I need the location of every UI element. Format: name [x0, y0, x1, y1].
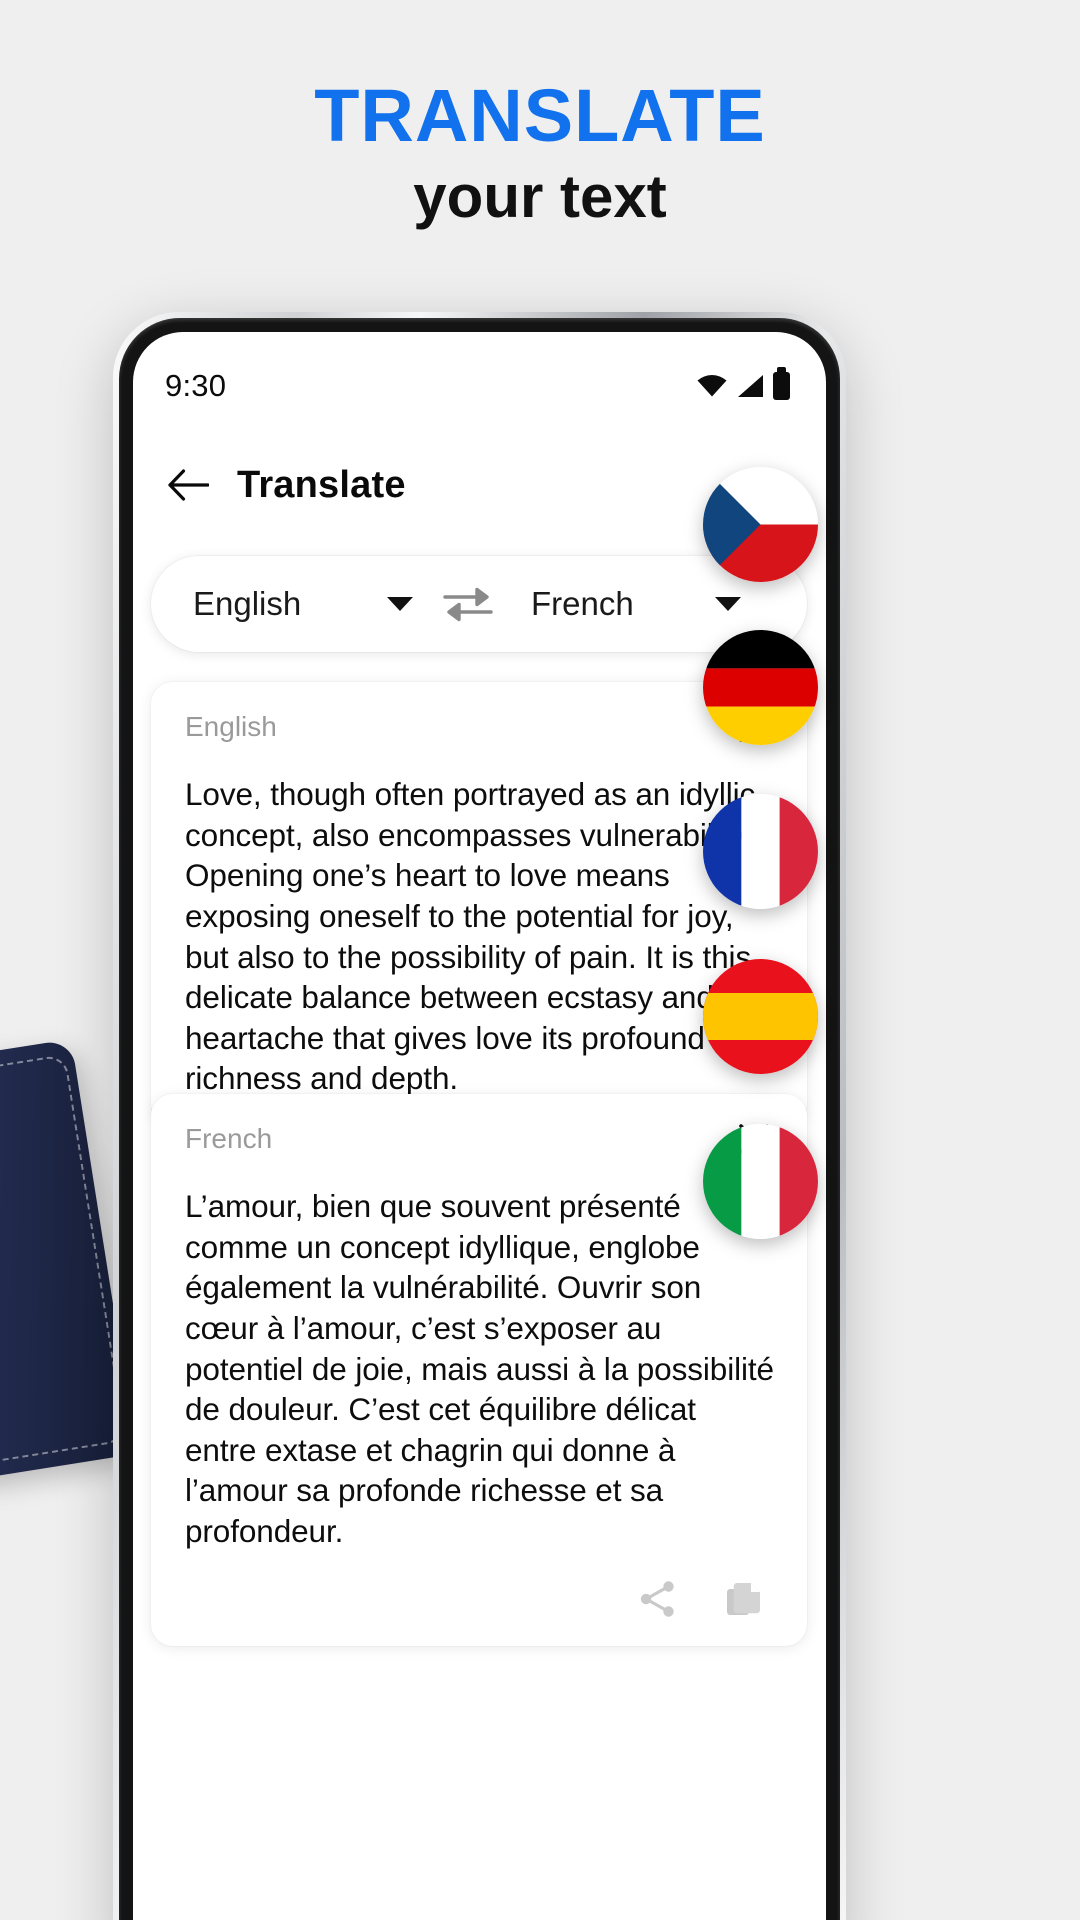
- source-language-label: English: [193, 585, 302, 622]
- copy-icon[interactable]: [723, 1578, 765, 1620]
- target-language-picker[interactable]: French: [495, 585, 785, 623]
- source-text-card: English Love, though often portrayed as …: [151, 682, 807, 1125]
- target-language-label: French: [531, 585, 634, 622]
- status-bar-clock: 9:30: [165, 368, 227, 403]
- promo-headline-line1: TRANSLATE: [314, 74, 766, 157]
- france-flag-icon: [703, 794, 818, 909]
- promo-headline: TRANSLATE your text: [0, 74, 1080, 231]
- source-language-picker[interactable]: English: [151, 585, 441, 623]
- spain-flag[interactable]: [703, 959, 818, 1074]
- battery-icon: [773, 367, 790, 400]
- italy-flag[interactable]: [703, 1124, 818, 1239]
- germany-flag-icon: [703, 630, 818, 745]
- language-selector-bar: English French: [151, 556, 807, 652]
- page-title: Translate: [237, 463, 406, 506]
- share-icon[interactable]: [637, 1578, 679, 1620]
- chevron-down-icon[interactable]: [387, 597, 413, 611]
- target-card-language-label: French: [185, 1123, 273, 1154]
- wifi-icon: [697, 375, 727, 397]
- back-arrow-icon[interactable]: [167, 468, 209, 502]
- promo-screenshot: TRANSLATE your text 9:30 Translate Engli…: [0, 0, 1080, 1920]
- target-card-header: French: [151, 1094, 807, 1158]
- swap-horizontal-icon[interactable]: [441, 584, 495, 624]
- france-flag[interactable]: [703, 794, 818, 909]
- italy-flag-icon: [703, 1124, 818, 1239]
- status-bar: 9:30: [133, 360, 826, 412]
- czech-republic-flag-icon: [703, 467, 818, 582]
- chevron-down-icon[interactable]: [715, 597, 741, 611]
- czech-republic-flag[interactable]: [703, 467, 818, 582]
- phone-screen: 9:30 Translate English French English Lo…: [133, 332, 826, 1920]
- target-text: L’amour, bien que souvent présenté comme…: [185, 1188, 774, 1549]
- promo-headline-line2: your text: [413, 163, 667, 231]
- target-card-actions: [151, 1578, 807, 1646]
- source-card-language-label: English: [185, 711, 277, 742]
- cellular-signal-icon: [738, 375, 763, 397]
- source-text[interactable]: Love, though often portrayed as an idyll…: [151, 746, 807, 1125]
- germany-flag[interactable]: [703, 630, 818, 745]
- status-bar-icons: [697, 367, 790, 400]
- spain-flag-icon: [703, 959, 818, 1074]
